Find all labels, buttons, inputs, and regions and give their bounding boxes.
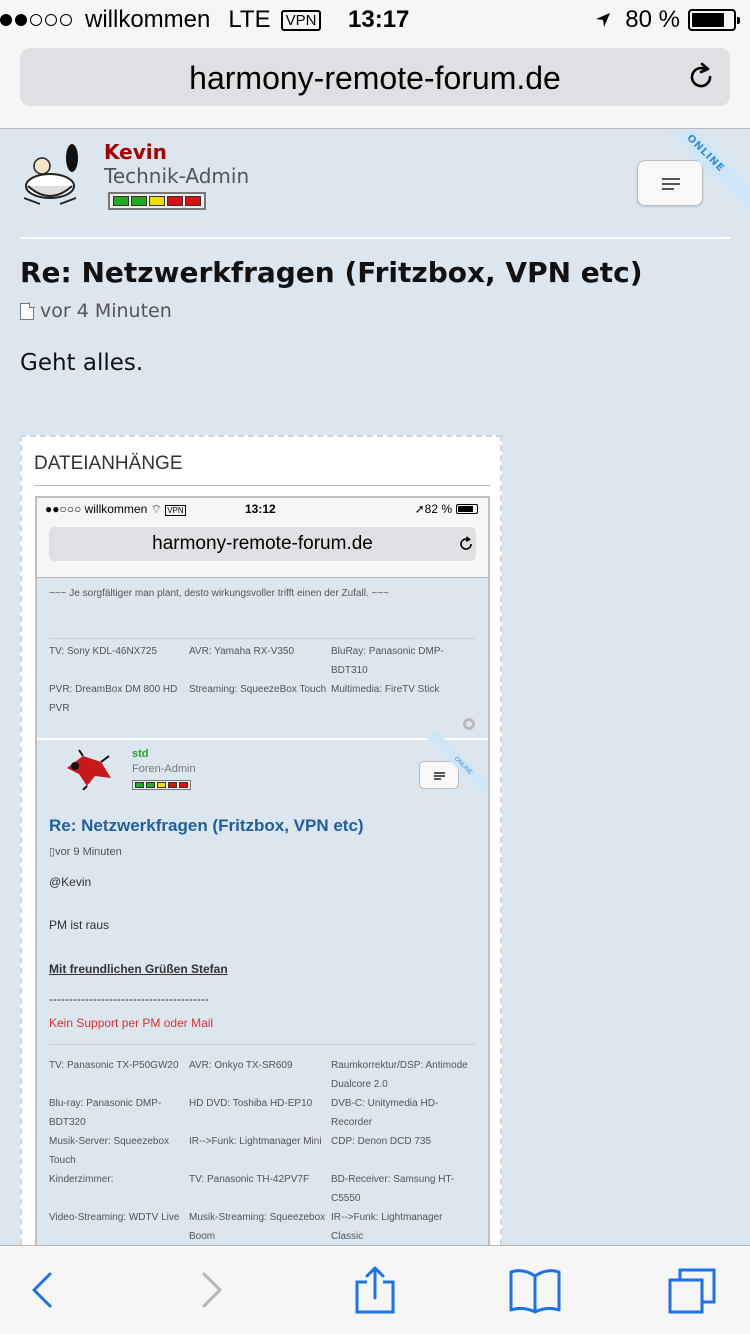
signature-cell: Raumkorrektur/DSP: Antimode Dualcore 2.0 (331, 1060, 468, 1090)
signature-cell: CDP: Denon DCD 735 (331, 1136, 432, 1147)
signature-cell: TV: Panasonic TH-42PV7F (189, 1174, 310, 1185)
bookmarks-button[interactable] (505, 1264, 565, 1316)
url-text[interactable]: harmony-remote-forum.de (20, 60, 730, 97)
mini-rank-indicator (132, 780, 191, 790)
signal-strength-icon (0, 14, 75, 26)
signature-cell: DVB-C: Unitymedia HD-Recorder (331, 1098, 439, 1128)
rank-segment (179, 782, 188, 788)
divider (37, 738, 488, 740)
rank-segment (185, 196, 201, 206)
post-title[interactable]: Re: Netzwerkfragen (Fritzbox, VPN etc) (20, 256, 643, 289)
attachments-heading: DATEIANHÄNGE (34, 453, 183, 474)
signature-cell: TV: Panasonic TX-P50GW20 (49, 1060, 179, 1071)
network-type: LTE (228, 6, 271, 33)
browser-toolbar (0, 1245, 750, 1334)
browser-address-area: harmony-remote-forum.de (0, 40, 750, 129)
mini-support-note: Kein Support per PM oder Mail (49, 1016, 214, 1030)
mini-body-line: PM ist raus (49, 918, 110, 932)
signature-cell: BluRay: Panasonic DMP-BDT310 (331, 646, 444, 676)
signature-cell: Musik-Streaming: Squeezebox Boom (189, 1212, 326, 1242)
mini-status-bar: ●●○○○ willkommen ⌔ VPN 13:12 ➚ 82 % (37, 498, 488, 520)
signature-cell: HD DVD: Toshiba HD-EP10 (189, 1098, 313, 1109)
mini-post-time: ▯vor 9 Minuten (49, 846, 122, 858)
attachments-box: DATEIANHÄNGE ●●○○○ willkommen ⌔ VPN 13:1… (20, 435, 502, 1245)
signature-cell: BD-Receiver: Samsung HT-C5550 (331, 1174, 455, 1204)
mini-signature: Mit freundlichen Grüßen Stefan (49, 962, 228, 976)
mini-url: harmony-remote-forum.de (49, 527, 476, 561)
author-role: Technik-Admin (104, 164, 250, 188)
address-bar[interactable]: harmony-remote-forum.de (20, 48, 730, 106)
signature-cell: Video-Streaming: WDTV Live (49, 1212, 180, 1223)
signature-cell: AVR: Yamaha RX-V350 (189, 646, 295, 657)
mini-reload-icon (460, 536, 472, 550)
divider (34, 485, 490, 486)
mini-dashes: ---------------------------------------- (49, 992, 209, 1006)
mini-quote: ~~~ Je sorgfältiger man plant, desto wir… (49, 588, 389, 599)
signature-cell: Musik-Server: Squeezebox Touch (49, 1136, 170, 1166)
signature-cell: TV: Sony KDL-46NX725 (49, 646, 158, 657)
attachment-image[interactable]: ●●○○○ willkommen ⌔ VPN 13:12 ➚ 82 % harm… (35, 496, 490, 1245)
battery-icon (688, 9, 740, 31)
mini-address-area: harmony-remote-forum.de (37, 520, 488, 578)
share-button[interactable] (345, 1264, 405, 1316)
clock: 13:17 (348, 6, 410, 33)
rank-segment (131, 196, 147, 206)
reload-icon[interactable] (686, 62, 716, 92)
rank-segment (168, 782, 177, 788)
mini-post-title: Re: Netzwerkfragen (Fritzbox, VPN etc) (49, 816, 364, 835)
rank-segment (167, 196, 183, 206)
mini-battery: ➚ 82 % (415, 502, 478, 516)
divider (49, 638, 476, 639)
rank-segment (113, 196, 129, 206)
mini-user-avatar (67, 749, 111, 790)
vpn-indicator: VPN (280, 9, 322, 31)
document-icon (20, 302, 35, 320)
rank-segment (135, 782, 144, 788)
rank-segment (146, 782, 155, 788)
signature-cell: Blu-ray: Panasonic DMP-BDT320 (49, 1098, 162, 1128)
page-content: Kevin Technik-Admin ONLINE Re: Netzwerkf… (0, 130, 750, 1245)
rank-segment (149, 196, 165, 206)
post-time: vor 4 Minuten (40, 300, 172, 322)
battery-percent: 80 % (625, 6, 680, 33)
tabs-button[interactable] (664, 1264, 724, 1316)
signature-cell: Multimedia: FireTV Stick (331, 684, 440, 695)
mini-settings-icon (463, 718, 475, 730)
status-bar: willkommen LTE VPN 13:17 80 % (0, 0, 750, 40)
post-author[interactable]: Kevin (104, 140, 167, 164)
rank-segment (157, 782, 166, 788)
carrier-name: willkommen (85, 6, 211, 33)
forward-button[interactable] (182, 1264, 242, 1316)
rank-indicator (108, 192, 206, 210)
mini-body-line: @Kevin (49, 875, 92, 889)
mini-carrier: ●●○○○ willkommen ⌔ VPN (45, 502, 186, 516)
post-meta: vor 4 Minuten (20, 300, 172, 322)
post-body: Geht alles. (20, 350, 144, 376)
user-avatar (20, 140, 86, 206)
signature-cell: AVR: Onkyo TX-SR609 (189, 1060, 293, 1071)
mini-author: std (132, 748, 149, 760)
signature-cell: IR-->Funk: Lightmanager Classic (331, 1212, 443, 1242)
location-arrow-icon (596, 13, 611, 27)
signature-cell: Streaming: SqueezeBox Touch (189, 684, 327, 695)
divider (20, 237, 730, 239)
divider (49, 1044, 476, 1045)
mini-clock: 13:12 (245, 502, 276, 516)
back-button[interactable] (12, 1264, 72, 1316)
mini-role: Foren-Admin (132, 763, 196, 775)
post-menu-button[interactable] (637, 160, 703, 206)
signature-cell: Kinderzimmer: (49, 1174, 114, 1185)
signature-cell: IR-->Funk: Lightmanager Mini (189, 1136, 322, 1147)
signature-cell: PVR: DreamBox DM 800 HD PVR (49, 684, 178, 714)
